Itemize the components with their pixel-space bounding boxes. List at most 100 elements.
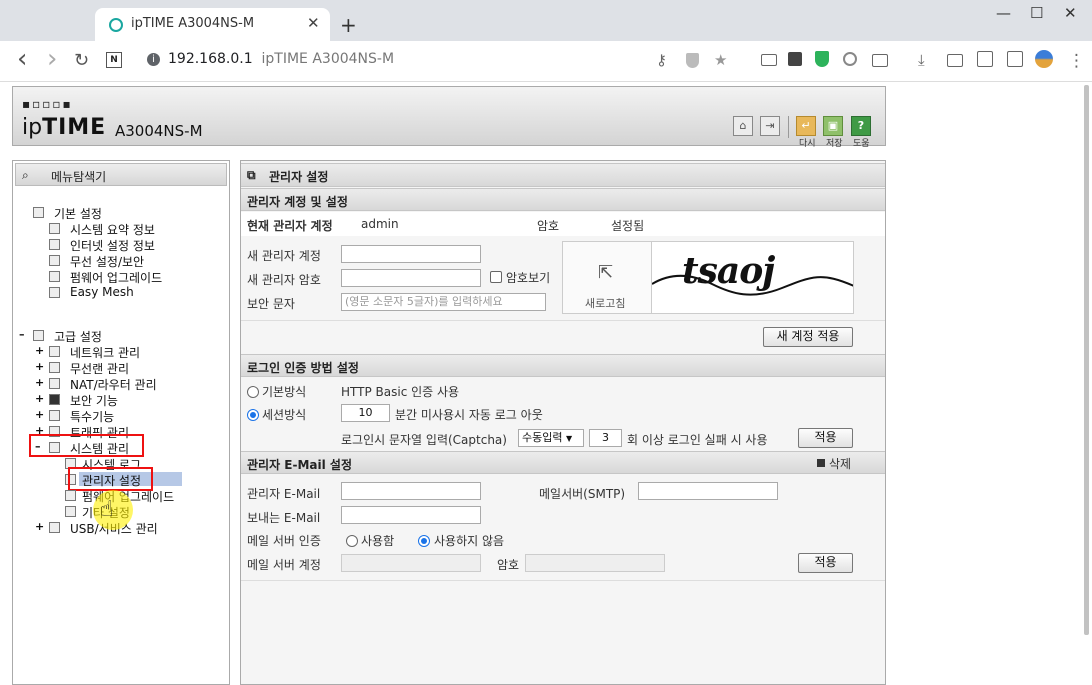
tree-network[interactable]: 네트워크 관리 xyxy=(70,344,140,361)
current-account-value: admin xyxy=(361,217,399,231)
sender-email-input[interactable] xyxy=(341,506,481,524)
tree-security[interactable]: 보안 기능 xyxy=(70,392,118,409)
expand-icon[interactable]: + xyxy=(35,344,44,357)
new-account-input[interactable] xyxy=(341,245,481,263)
login-section-bar: 로그인 인증 방법 설정 xyxy=(241,354,885,377)
site-info-icon[interactable]: i xyxy=(147,53,160,66)
url-page-title: ipTIME A3004NS-M xyxy=(261,51,395,67)
settings-page-icon: ⧉ xyxy=(247,168,256,182)
save-icon[interactable]: ▣ xyxy=(823,116,843,136)
profile-avatar[interactable] xyxy=(1035,50,1053,68)
extension-dark-icon[interactable] xyxy=(788,52,802,66)
page-icon xyxy=(65,506,76,517)
delete-icon[interactable] xyxy=(817,459,825,467)
screenshot-icon[interactable] xyxy=(947,54,963,67)
tree-advanced-settings[interactable]: 고급 설정 xyxy=(54,328,102,345)
tab-title: ipTIME A3004NS-M xyxy=(131,16,255,31)
basic-method-radio[interactable] xyxy=(247,386,259,398)
no-auth-radio[interactable] xyxy=(418,535,430,547)
tree-system-management[interactable]: 시스템 관리 xyxy=(70,440,129,457)
browser-tab[interactable]: ipTIME A3004NS-M ✕ xyxy=(95,8,330,41)
admin-email-input[interactable] xyxy=(341,482,481,500)
session-minutes-input[interactable]: 10 xyxy=(341,404,390,422)
cast-icon[interactable] xyxy=(761,54,777,66)
apply-login-button[interactable]: 적용 xyxy=(798,428,853,448)
tree-easy-mesh[interactable]: Easy Mesh xyxy=(70,285,134,299)
n-extension-icon[interactable]: N xyxy=(106,52,122,68)
mail-account-input[interactable] xyxy=(341,554,481,572)
smtp-input[interactable] xyxy=(638,482,778,500)
usb-icon xyxy=(49,522,60,533)
shield-green-icon[interactable] xyxy=(815,51,829,67)
reload-settings-icon[interactable]: ↵ xyxy=(796,116,816,136)
extension-circle-icon[interactable] xyxy=(843,52,857,66)
firmware-icon xyxy=(49,271,60,282)
menu-explorer-title: 메뉴탐색기 xyxy=(51,170,107,184)
new-tab-button[interactable]: + xyxy=(340,13,357,37)
basic-method-desc: HTTP Basic 인증 사용 xyxy=(341,385,460,399)
session-method-radio[interactable] xyxy=(247,409,259,421)
no-auth-label: 사용하지 않음 xyxy=(434,534,505,548)
menu-icon[interactable]: ⋮ xyxy=(1068,51,1085,71)
expand-icon[interactable]: + xyxy=(35,376,44,389)
bookmark-star-icon[interactable]: ★ xyxy=(714,51,727,69)
delete-label[interactable]: 삭제 xyxy=(829,455,851,472)
new-password-input[interactable] xyxy=(341,269,481,287)
close-window-icon[interactable]: ✕ xyxy=(1064,4,1077,22)
tree-wireless-security[interactable]: 무선 설정/보안 xyxy=(70,253,144,270)
captcha-text: tsaoj xyxy=(682,250,775,292)
tree-special[interactable]: 특수기능 xyxy=(70,408,114,425)
tree-internet-info[interactable]: 인터넷 설정 정보 xyxy=(70,237,155,254)
current-account-label: 현재 관리자 계정 xyxy=(247,219,333,233)
expand-icon[interactable]: + xyxy=(35,360,44,373)
logout-icon[interactable]: ⇥ xyxy=(760,116,780,136)
forward-icon[interactable]: › xyxy=(47,44,57,74)
panel-title: 관리자 설정 xyxy=(269,170,329,184)
security-text-input[interactable]: (영문 소문자 5글자)를 입력하세요 xyxy=(341,293,546,311)
collapse-icon[interactable]: – xyxy=(35,440,41,453)
lock-icon xyxy=(49,394,60,405)
expand-icon[interactable]: + xyxy=(35,392,44,405)
wireless-icon xyxy=(49,255,60,266)
shield-gray-icon[interactable] xyxy=(686,53,699,68)
collapse-icon[interactable]: – xyxy=(19,328,25,341)
tab-close-icon[interactable]: ✕ xyxy=(307,14,320,32)
page-scrollbar[interactable] xyxy=(1084,85,1089,635)
tree-firmware-upgrade[interactable]: 펌웨어 업그레이드 xyxy=(70,269,162,286)
help-icon[interactable]: ? xyxy=(851,116,871,136)
camera-icon[interactable] xyxy=(872,54,888,67)
use-auth-radio[interactable] xyxy=(346,535,358,547)
maximize-icon[interactable]: ☐ xyxy=(1030,4,1043,22)
network-icon xyxy=(49,346,60,357)
new-password-label: 새 관리자 암호 xyxy=(247,273,321,287)
captcha-mode-select[interactable]: 수동입력 ▼ xyxy=(518,429,584,447)
tree-system-summary[interactable]: 시스템 요약 정보 xyxy=(70,221,155,238)
minimize-icon[interactable]: — xyxy=(996,4,1011,22)
header-divider xyxy=(788,116,789,138)
tree-nat-router[interactable]: NAT/라우터 관리 xyxy=(70,376,157,393)
mail-password-label: 암호 xyxy=(497,558,520,572)
download-icon[interactable]: ⤓ xyxy=(918,51,925,69)
expand-icon[interactable]: + xyxy=(35,520,44,533)
tree-wlan[interactable]: 무선랜 관리 xyxy=(70,360,129,377)
hand-cursor-icon: ☝ xyxy=(100,497,114,522)
home-icon[interactable]: ⌂ xyxy=(733,116,753,136)
folder-icon xyxy=(33,330,44,341)
show-password-checkbox[interactable] xyxy=(490,271,502,283)
key-icon[interactable]: ⚷ xyxy=(656,51,667,69)
back-icon[interactable]: ‹ xyxy=(17,44,27,74)
reader-icon[interactable] xyxy=(977,51,993,67)
sidebar-icon[interactable] xyxy=(1007,51,1023,67)
tree-basic-settings[interactable]: 기본 설정 xyxy=(54,205,102,222)
mail-password-input[interactable] xyxy=(525,554,665,572)
reload-icon[interactable]: ↻ xyxy=(74,50,89,71)
address-bar[interactable]: 192.168.0.1 ipTIME A3004NS-M xyxy=(168,51,394,67)
page-icon xyxy=(65,490,76,501)
logo-time: TIME xyxy=(42,115,107,140)
captcha-count-input[interactable]: 3 xyxy=(589,429,622,447)
expand-icon[interactable]: + xyxy=(35,408,44,421)
apply-email-button[interactable]: 적용 xyxy=(798,553,853,573)
chevron-down-icon: ▼ xyxy=(565,434,573,443)
apply-account-button[interactable]: 새 계정 적용 xyxy=(763,327,853,347)
password-label: 암호 xyxy=(537,219,560,233)
